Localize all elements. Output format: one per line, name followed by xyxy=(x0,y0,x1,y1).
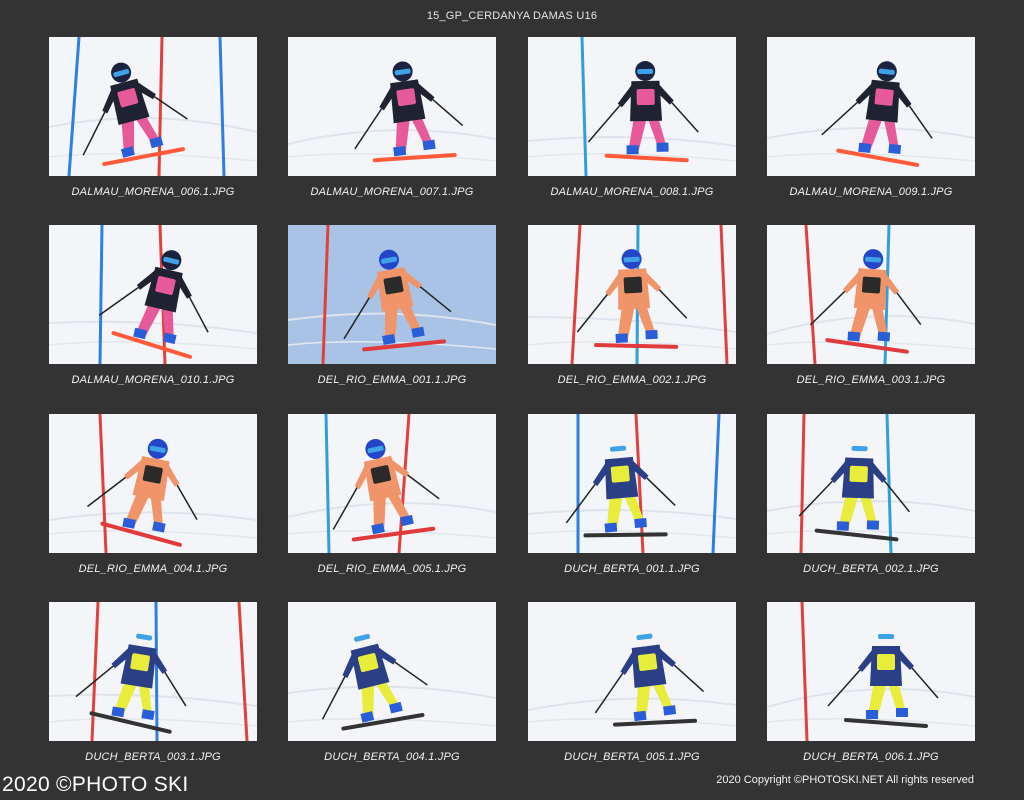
photo-thumbnail[interactable] xyxy=(288,37,496,176)
photo-caption: DALMAU_MORENA_010.1.JPG xyxy=(71,374,235,386)
photo-caption: DALMAU_MORENA_008.1.JPG xyxy=(550,186,714,198)
photo-thumbnail[interactable] xyxy=(49,37,257,176)
photo-thumbnail[interactable] xyxy=(288,414,496,553)
photo-thumbnail[interactable] xyxy=(767,225,975,364)
photo-caption: DEL_RIO_EMMA_004.1.JPG xyxy=(78,563,228,575)
photo-thumbnail[interactable] xyxy=(767,37,975,176)
photo-caption: DUCH_BERTA_004.1.JPG xyxy=(324,751,460,763)
page-title: 15_GP_CERDANYA DAMAS U16 xyxy=(426,10,598,22)
photo-thumbnail[interactable] xyxy=(288,225,496,364)
photo-caption: DALMAU_MORENA_009.1.JPG xyxy=(789,186,953,198)
photo-caption: DUCH_BERTA_001.1.JPG xyxy=(564,563,700,575)
photo-caption: DUCH_BERTA_003.1.JPG xyxy=(85,751,221,763)
photo-caption: DALMAU_MORENA_007.1.JPG xyxy=(310,186,474,198)
photo-caption: DEL_RIO_EMMA_005.1.JPG xyxy=(317,563,467,575)
photo-thumbnail[interactable] xyxy=(528,37,736,176)
photo-thumbnail[interactable] xyxy=(528,414,736,553)
photo-thumbnail[interactable] xyxy=(767,414,975,553)
photo-thumbnail[interactable] xyxy=(528,225,736,364)
photo-caption: DEL_RIO_EMMA_001.1.JPG xyxy=(317,374,467,386)
photo-caption: DEL_RIO_EMMA_002.1.JPG xyxy=(557,374,707,386)
photo-caption: DALMAU_MORENA_006.1.JPG xyxy=(71,186,235,198)
photo-thumbnail[interactable] xyxy=(528,602,736,741)
photo-thumbnail[interactable] xyxy=(49,414,257,553)
photo-caption: DUCH_BERTA_006.1.JPG xyxy=(803,751,939,763)
copyright-notice: 2020 Copyright ©PHOTOSKI.NET All rights … xyxy=(716,774,974,786)
photo-thumbnail[interactable] xyxy=(49,225,257,364)
photo-caption: DUCH_BERTA_002.1.JPG xyxy=(803,563,939,575)
photo-thumbnail[interactable] xyxy=(288,602,496,741)
photo-thumbnail[interactable] xyxy=(767,602,975,741)
photo-caption: DEL_RIO_EMMA_003.1.JPG xyxy=(796,374,946,386)
photo-thumbnail[interactable] xyxy=(49,602,257,741)
watermark: 2020 ©PHOTO SKI xyxy=(2,773,189,796)
photo-caption: DUCH_BERTA_005.1.JPG xyxy=(564,751,700,763)
